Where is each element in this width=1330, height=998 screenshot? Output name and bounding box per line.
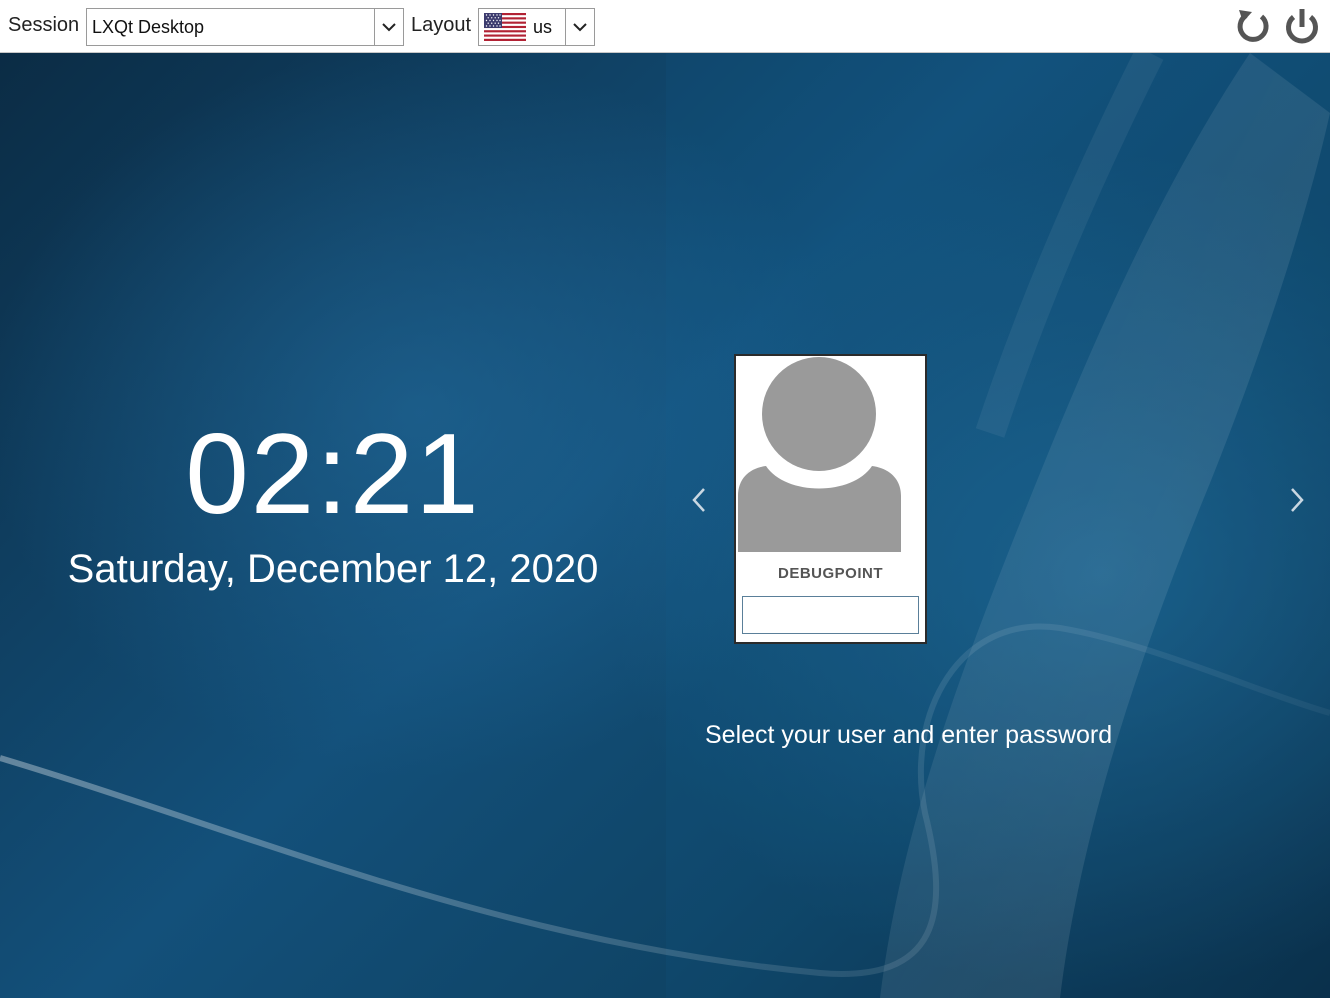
us-flag-icon	[484, 13, 526, 41]
clock-time: 02:21	[185, 411, 481, 538]
clock-date: Saturday, December 12, 2020	[67, 547, 599, 591]
session-select-value: LXQt Desktop	[92, 17, 205, 37]
chevron-left-icon[interactable]	[687, 484, 713, 516]
user-avatar-icon	[738, 357, 901, 552]
login-hint: Select your user and enter password	[705, 721, 1113, 749]
background: 02:21 Saturday, December 12, 2020 DEBUGP…	[0, 53, 1330, 998]
user-card[interactable]: DEBUGPOINT	[734, 354, 927, 644]
power-icon[interactable]	[1282, 7, 1322, 47]
session-select[interactable]: LXQt Desktop	[86, 8, 404, 46]
session-label: Session	[8, 14, 80, 36]
chevron-right-icon[interactable]	[1283, 484, 1309, 516]
top-bar: Session LXQt Desktop Layout us	[0, 0, 1330, 53]
layout-select[interactable]: us	[478, 8, 595, 46]
layout-select-value: us	[533, 17, 553, 37]
user-name: DEBUGPOINT	[777, 565, 883, 582]
chevron-down-icon[interactable]	[374, 9, 403, 45]
restart-icon[interactable]	[1233, 7, 1273, 47]
password-field[interactable]	[742, 596, 919, 634]
chevron-down-icon[interactable]	[565, 9, 594, 45]
layout-label: Layout	[411, 14, 472, 36]
